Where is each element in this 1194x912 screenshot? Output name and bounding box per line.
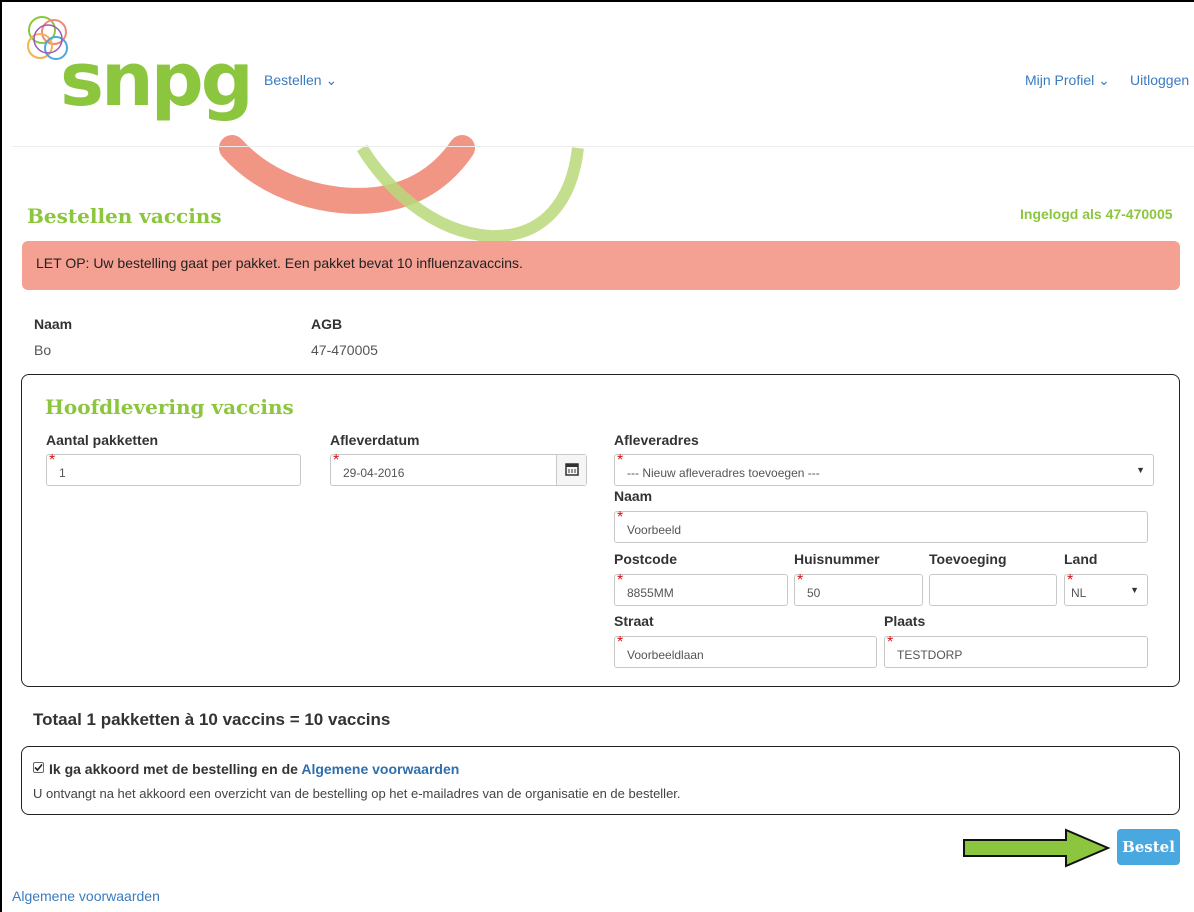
- order-total: Totaal 1 pakketten à 10 vaccins = 10 vac…: [33, 710, 391, 729]
- required-marker: *: [333, 452, 340, 469]
- datum-input[interactable]: * 29-04-2016: [330, 452, 587, 486]
- naam-label: Naam: [34, 316, 73, 332]
- postcode-label: Postcode: [614, 551, 678, 567]
- page-title: Bestellen vaccins: [27, 204, 222, 228]
- postcode-input[interactable]: * 8855MM: [614, 572, 788, 606]
- toevoeging-label: Toevoeging: [929, 551, 1007, 567]
- agreement-note: U ontvangt na het akkoord een overzicht …: [33, 786, 681, 801]
- required-marker: *: [797, 572, 804, 589]
- agreement-label: Ik ga akkoord met de bestelling en de Al…: [49, 761, 460, 777]
- required-marker: *: [887, 634, 894, 651]
- calendar-icon[interactable]: [556, 455, 586, 485]
- nav-uitloggen[interactable]: Uitloggen: [1130, 72, 1189, 88]
- plaats-label: Plaats: [884, 613, 926, 629]
- adres-naam-input[interactable]: * Voorbeeld: [614, 509, 1148, 543]
- chevron-down-icon: ▼: [1130, 585, 1139, 595]
- arrow-right-icon: [963, 828, 1111, 868]
- required-marker: *: [617, 634, 624, 651]
- required-marker: *: [49, 452, 56, 469]
- adres-label: Afleveradres: [614, 432, 699, 448]
- required-marker: *: [617, 509, 624, 526]
- delivery-title: Hoofdlevering vaccins: [45, 395, 294, 419]
- alert-banner: LET OP: Uw bestelling gaat per pakket. E…: [22, 241, 1180, 290]
- required-marker: *: [617, 572, 624, 589]
- nav-mijn-profiel[interactable]: Mijn Profiel ⌄: [1025, 72, 1110, 89]
- straat-label: Straat: [614, 613, 654, 629]
- logged-in-status: Ingelogd als 47-470005: [1020, 206, 1173, 222]
- aantal-label: Aantal pakketten: [46, 432, 159, 448]
- plaats-input[interactable]: * TESTDORP: [884, 634, 1148, 668]
- datum-label: Afleverdatum: [330, 432, 420, 448]
- adres-select[interactable]: * --- Nieuw afleveradres toevoegen --- ▼: [614, 452, 1154, 486]
- aantal-input[interactable]: * 1: [46, 452, 301, 486]
- header-divider: [12, 146, 1194, 147]
- agb-value: 47-470005: [311, 342, 378, 358]
- chevron-down-icon: ▼: [1136, 465, 1145, 475]
- toevoeging-input[interactable]: [929, 574, 1057, 606]
- agb-label: AGB: [311, 316, 343, 332]
- straat-input[interactable]: * Voorbeeldlaan: [614, 634, 877, 668]
- bestel-button[interactable]: Bestel: [1117, 829, 1180, 865]
- footer-terms-link[interactable]: Algemene voorwaarden: [12, 888, 160, 904]
- agreement-terms-link[interactable]: Algemene voorwaarden: [301, 761, 459, 777]
- land-select[interactable]: * NL ▼: [1064, 573, 1148, 606]
- checkbox-checked-icon[interactable]: [33, 762, 44, 773]
- huisnummer-label: Huisnummer: [794, 551, 880, 567]
- huisnummer-input[interactable]: * 50: [794, 572, 923, 606]
- land-label: Land: [1064, 551, 1098, 567]
- agreement-panel: [21, 746, 1180, 815]
- adres-naam-label: Naam: [614, 488, 653, 504]
- logo[interactable]: snpg: [60, 40, 254, 120]
- naam-value: Bo: [34, 342, 52, 358]
- nav-bestellen[interactable]: Bestellen ⌄: [264, 72, 337, 89]
- required-marker: *: [617, 452, 624, 469]
